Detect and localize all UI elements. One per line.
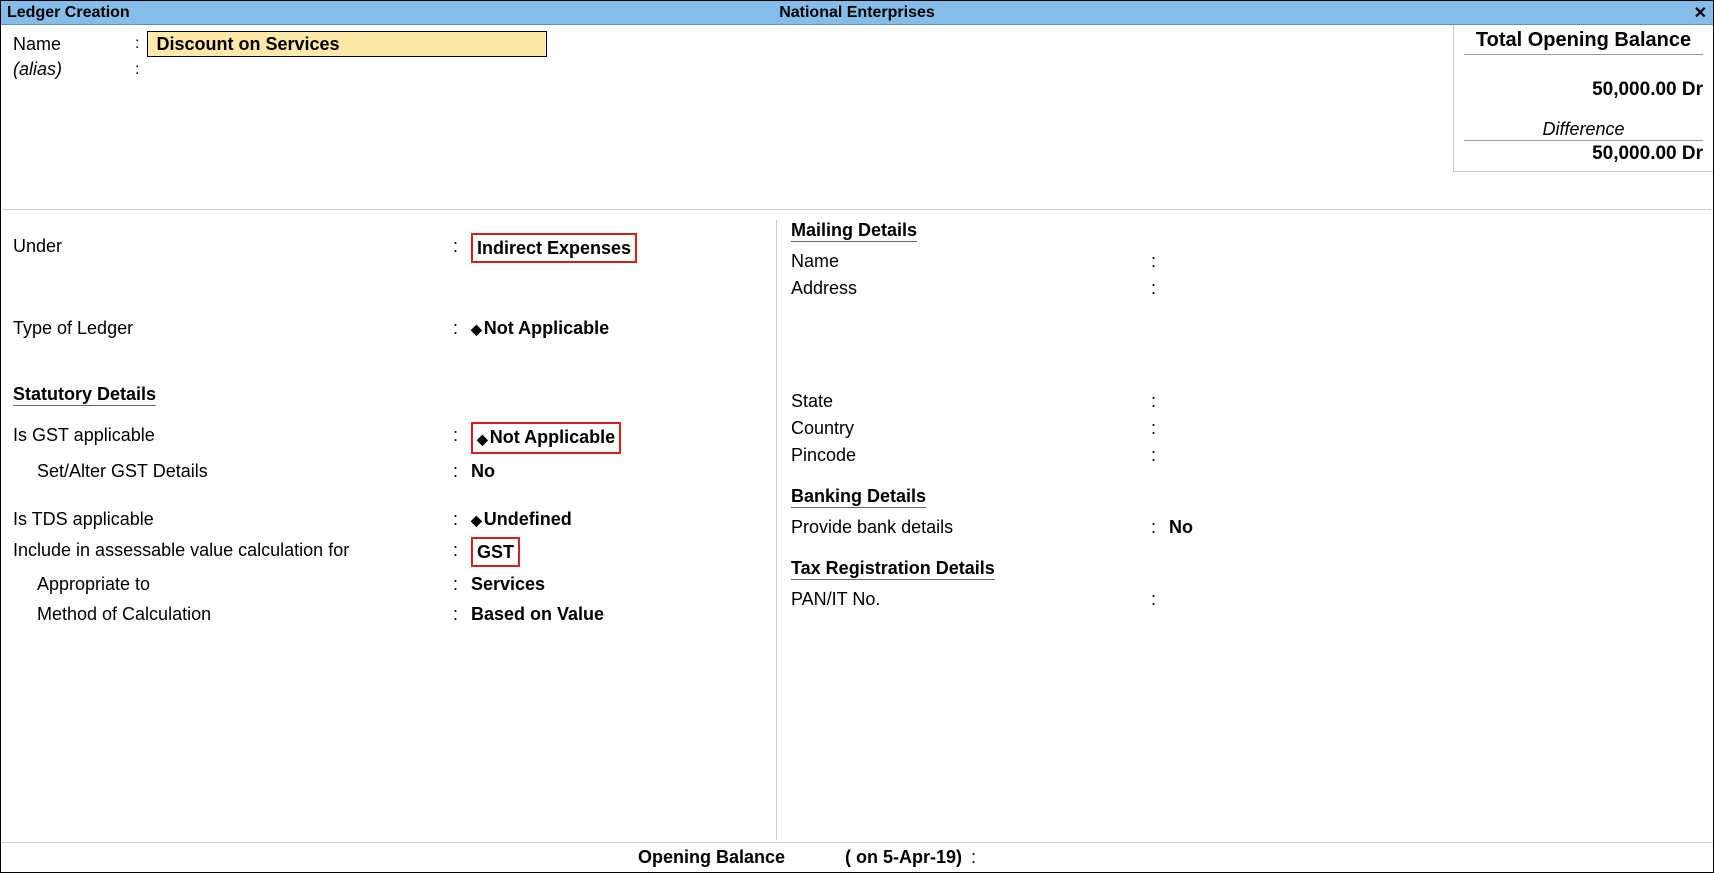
mail-country-row: Country : <box>791 415 1691 441</box>
gst-highlight: ◆Not Applicable <box>471 422 621 453</box>
set-alter-gst-row: Set/Alter GST Details : No <box>13 458 773 484</box>
mail-address-label: Address <box>791 275 1151 301</box>
gst-applicable-label: Is GST applicable <box>13 422 453 453</box>
under-label: Under <box>13 233 453 263</box>
opening-balance-date: ( on 5-Apr-19) <box>845 847 962 868</box>
appropriate-to-value[interactable]: Services <box>471 571 773 597</box>
type-of-ledger-row: Type of Ledger : ◆Not Applicable <box>13 315 773 342</box>
right-column: Mailing Details Name : Address : State : <box>791 220 1691 630</box>
colon: : <box>1151 415 1169 441</box>
colon: : <box>966 847 976 868</box>
provide-bank-value[interactable]: No <box>1169 514 1691 540</box>
colon: : <box>453 537 471 567</box>
name-row: Name : Discount on Services <box>13 31 547 57</box>
title-bar: Ledger Creation National Enterprises ✕ <box>1 1 1713 25</box>
alias-row: (alias) : <box>13 59 147 80</box>
appropriate-to-row: Appropriate to : Services <box>13 571 773 597</box>
appropriate-to-label: Appropriate to <box>13 571 453 597</box>
mail-address-value[interactable] <box>1169 275 1691 301</box>
mail-country-value[interactable] <box>1169 415 1691 441</box>
include-highlight: GST <box>471 537 520 567</box>
mailing-header: Mailing Details <box>791 220 917 242</box>
screen-title: Ledger Creation <box>7 4 130 22</box>
left-column: Under : Indirect Expenses Type of Ledger… <box>13 233 773 631</box>
mail-state-value[interactable] <box>1169 388 1691 414</box>
under-highlight: Indirect Expenses <box>471 233 637 263</box>
tds-applicable-label: Is TDS applicable <box>13 506 453 533</box>
tax-reg-header: Tax Registration Details <box>791 558 995 580</box>
opening-balance-box: Total Opening Balance 50,000.00 Dr Diffe… <box>1453 25 1713 172</box>
include-assessable-value[interactable]: GST <box>471 537 773 567</box>
include-assessable-label: Include in assessable value calculation … <box>13 537 453 567</box>
provide-bank-label: Provide bank details <box>791 514 1151 540</box>
vertical-divider <box>776 220 777 840</box>
difference-label: Difference <box>1464 119 1703 141</box>
mail-name-row: Name : <box>791 248 1691 274</box>
method-calc-value[interactable]: Based on Value <box>471 601 773 627</box>
horizontal-divider <box>3 209 1711 210</box>
mail-pincode-row: Pincode : <box>791 442 1691 468</box>
colon: : <box>453 571 471 597</box>
mail-pincode-value[interactable] <box>1169 442 1691 468</box>
type-of-ledger-label: Type of Ledger <box>13 315 453 342</box>
colon: : <box>135 35 139 53</box>
pan-it-label: PAN/IT No. <box>791 586 1151 612</box>
tax-reg-section: Tax Registration Details PAN/IT No. : <box>791 558 1691 612</box>
colon: : <box>453 233 471 263</box>
method-calc-label: Method of Calculation <box>13 601 453 627</box>
close-icon[interactable]: ✕ <box>1694 3 1707 23</box>
difference-amount: 50,000.00 Dr <box>1464 141 1703 165</box>
include-assessable-row: Include in assessable value calculation … <box>13 537 773 567</box>
balance-title: Total Opening Balance <box>1464 29 1703 55</box>
colon: : <box>135 61 139 79</box>
mail-state-label: State <box>791 388 1151 414</box>
provide-bank-row: Provide bank details : No <box>791 514 1691 540</box>
colon: : <box>453 601 471 627</box>
ledger-name-input[interactable]: Discount on Services <box>147 31 547 57</box>
mail-name-value[interactable] <box>1169 248 1691 274</box>
tds-applicable-value[interactable]: ◆Undefined <box>471 506 773 533</box>
footer-bar: Opening Balance ( on 5-Apr-19) : <box>1 842 1713 872</box>
pan-it-row: PAN/IT No. : <box>791 586 1691 612</box>
mail-state-row: State : <box>791 388 1691 414</box>
colon: : <box>453 422 471 453</box>
statutory-details-header: Statutory Details <box>13 384 156 406</box>
mail-pincode-label: Pincode <box>791 442 1151 468</box>
ledger-creation-window: Ledger Creation National Enterprises ✕ N… <box>0 0 1714 873</box>
under-row: Under : Indirect Expenses <box>13 233 773 263</box>
mailing-section: Mailing Details Name : Address : State : <box>791 220 1691 468</box>
opening-balance-label: Opening Balance <box>638 847 785 868</box>
mail-country-label: Country <box>791 415 1151 441</box>
banking-section: Banking Details Provide bank details : N… <box>791 486 1691 540</box>
colon: : <box>453 315 471 342</box>
name-label: Name <box>13 34 135 55</box>
colon: : <box>453 506 471 533</box>
banking-header: Banking Details <box>791 486 926 508</box>
gst-applicable-value[interactable]: ◆Not Applicable <box>471 422 773 453</box>
set-alter-gst-label: Set/Alter GST Details <box>13 458 453 484</box>
set-alter-gst-value[interactable]: No <box>471 458 773 484</box>
alias-label: (alias) <box>13 59 135 80</box>
colon: : <box>453 458 471 484</box>
balance-amount: 50,000.00 Dr <box>1464 55 1703 119</box>
type-of-ledger-value[interactable]: ◆Not Applicable <box>471 315 773 342</box>
company-name: National Enterprises <box>779 4 935 22</box>
colon: : <box>1151 586 1169 612</box>
method-calc-row: Method of Calculation : Based on Value <box>13 601 773 627</box>
under-value[interactable]: Indirect Expenses <box>471 233 773 263</box>
colon: : <box>1151 514 1169 540</box>
diamond-icon: ◆ <box>471 512 482 528</box>
mail-address-row: Address : <box>791 275 1691 301</box>
pan-it-value[interactable] <box>1169 586 1691 612</box>
colon: : <box>1151 248 1169 274</box>
colon: : <box>1151 275 1169 301</box>
content-area: Name : Discount on Services (alias) : To… <box>1 25 1713 872</box>
tds-applicable-row: Is TDS applicable : ◆Undefined <box>13 506 773 533</box>
gst-applicable-row: Is GST applicable : ◆Not Applicable <box>13 422 773 453</box>
diamond-icon: ◆ <box>477 431 488 447</box>
mail-name-label: Name <box>791 248 1151 274</box>
diamond-icon: ◆ <box>471 321 482 337</box>
colon: : <box>1151 388 1169 414</box>
colon: : <box>1151 442 1169 468</box>
